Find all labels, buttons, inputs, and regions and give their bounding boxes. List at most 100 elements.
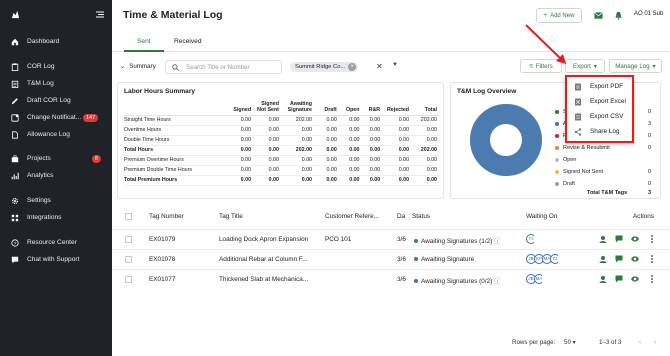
sidebar-item-resource-center[interactable]: ? Resource Center [0,236,112,250]
hours-cell: 0.00 [253,165,281,176]
table-row[interactable]: EX01079 Loading Dock Apron Expansion PCO 1… [112,229,670,249]
add-new-button[interactable]: + Add New [536,8,582,23]
status-dot [414,239,418,244]
table-row[interactable]: EX01078 Additional Rebar at Column F... 3/… [112,249,670,269]
hours-cell: 0.00 [314,135,339,146]
avatar[interactable]: MA [534,274,542,284]
hours-cell: 0.00 [253,175,281,186]
sidebar-item-label: Chat with Support [27,256,80,263]
tab-sent[interactable]: Sent [137,38,151,45]
col-actions: Actions [633,213,654,220]
view-icon[interactable] [631,235,639,243]
menu-item-export-excel[interactable]: Export Excel [567,95,632,109]
comment-icon[interactable] [615,235,623,243]
comment-icon[interactable] [615,275,623,283]
sidebar-item-integrations[interactable]: Integrations [0,211,112,225]
sidebar-item-analytics[interactable]: Analytics [0,169,112,183]
rows-per-page-select[interactable]: 50 ▾ [564,339,576,346]
sidebar-item-draft-cor-log[interactable]: Draft COR Log [0,94,112,108]
table-row[interactable]: EX01077 Thickened Slab at Mechanica... 3/6… [112,269,670,289]
avatar[interactable]: TJ [526,234,534,244]
hours-col-header: Awaiting Signature [280,101,314,116]
menu-item-export-pdf[interactable]: Export PDF [567,80,632,94]
sidebar-item-cor-log[interactable]: COR Log [0,60,112,74]
user-menu[interactable]: AO 01 Sub [634,11,663,17]
hours-cell: 0.00 [225,145,254,156]
hours-cell: 0.00 [314,175,339,186]
hours-cell: 0.00 [338,145,362,156]
help-icon[interactable]: ⓘ [492,278,500,285]
hours-cell: 0.00 [361,135,383,146]
hours-cell: 0.00 [280,175,314,186]
hours-cell: 0.00 [280,125,314,136]
chart-icon [11,172,19,180]
sidebar-item-change-notificat[interactable]: Change Notificat... 147 [0,111,112,125]
sidebar-item-allowance-log[interactable]: Allowance Log [0,128,112,142]
sidebar-item-projects[interactable]: Projects 8 [0,152,112,166]
manage-log-button[interactable]: Manage Log ▾ [609,59,662,73]
pencil-icon [11,98,18,105]
row-checkbox[interactable] [125,256,132,263]
hours-cell: 0.00 [361,125,383,136]
assign-user-icon[interactable] [599,275,607,283]
mail-icon[interactable] [594,11,603,20]
more-options-icon[interactable] [648,275,656,283]
col-tag-number[interactable]: Tag Number [149,213,184,220]
summary-toggle[interactable]: ⌄ Summary [120,63,156,70]
hours-cell: 0.00 [361,175,383,186]
view-icon[interactable] [631,275,639,283]
legend-value: 0 [648,145,652,151]
next-page-icon[interactable]: › [654,339,656,346]
comment-icon[interactable] [615,255,623,263]
col-tag-title[interactable]: Tag Title [219,213,243,220]
assign-user-icon[interactable] [599,235,607,243]
menu-item-share-log[interactable]: Share Log [567,125,632,139]
col-customer-ref[interactable]: Customer Refere... [325,213,379,220]
help-icon[interactable]: ⓘ [492,238,500,245]
clear-filter-icon[interactable]: ✕ [376,62,383,71]
menu-item-export-csv[interactable]: Export CSV [567,110,632,124]
search-placeholder: Search Title or Number [186,64,250,71]
project-filter-chip[interactable]: Summit Ridge Co... × [290,62,359,72]
hours-cell: 0.00 [361,155,383,166]
tag-title: Thickened Slab at Mechanica... [219,276,309,283]
sidebar-item-dashboard[interactable]: Dashboard [0,35,112,49]
hours-cell: 0.00 [338,155,362,166]
avatar[interactable]: TJ [550,254,558,264]
manage-log-label: Manage Log [615,62,650,70]
col-status[interactable]: Status [412,213,430,220]
more-options-icon[interactable] [648,235,656,243]
sidebar-item-t-m-log[interactable]: T&M Log [0,77,112,91]
sidebar-item-label: Integrations [27,214,62,221]
view-icon[interactable] [631,255,639,263]
status-cell: Awaiting Signatures (0/2) ⓘ [414,276,500,285]
app-logo[interactable] [11,10,20,19]
waiting-on-avatars: JB KP MA TJ [526,254,558,264]
bell-icon[interactable] [614,11,623,20]
select-all-checkbox[interactable] [125,213,132,220]
hours-cell: 0.00 [338,175,362,186]
caret-down-icon: ▾ [652,62,656,70]
sidebar-item-settings[interactable]: Settings [0,194,112,208]
legend-dot [555,158,559,162]
more-options-icon[interactable] [648,255,656,263]
filter-dropdown-icon[interactable]: ▼ [392,62,398,68]
chip-remove-icon[interactable]: × [348,63,357,71]
tab-received[interactable]: Received [174,38,202,45]
hours-cell: 0.00 [411,155,439,166]
row-checkbox[interactable] [125,236,132,243]
labor-hours-title: Labor Hours Summary [124,88,196,95]
sidebar-item-chat-with-support[interactable]: Chat with Support [0,253,112,267]
hours-cell: 0.00 [361,115,383,126]
prev-page-icon[interactable]: ‹ [639,339,641,346]
legend-dot [555,134,559,138]
legend-item: Revise & Resubmit [555,145,610,151]
search-input[interactable]: Search Title or Number [165,60,282,74]
legend-value: 3 [648,121,652,127]
tag-title: Additional Rebar at Column F... [219,256,308,263]
collapse-menu-icon[interactable] [96,11,104,18]
row-checkbox[interactable] [125,276,132,283]
assign-user-icon[interactable] [599,255,607,263]
tag-date: 3/6 [397,236,406,243]
col-date[interactable]: Da [397,213,407,220]
